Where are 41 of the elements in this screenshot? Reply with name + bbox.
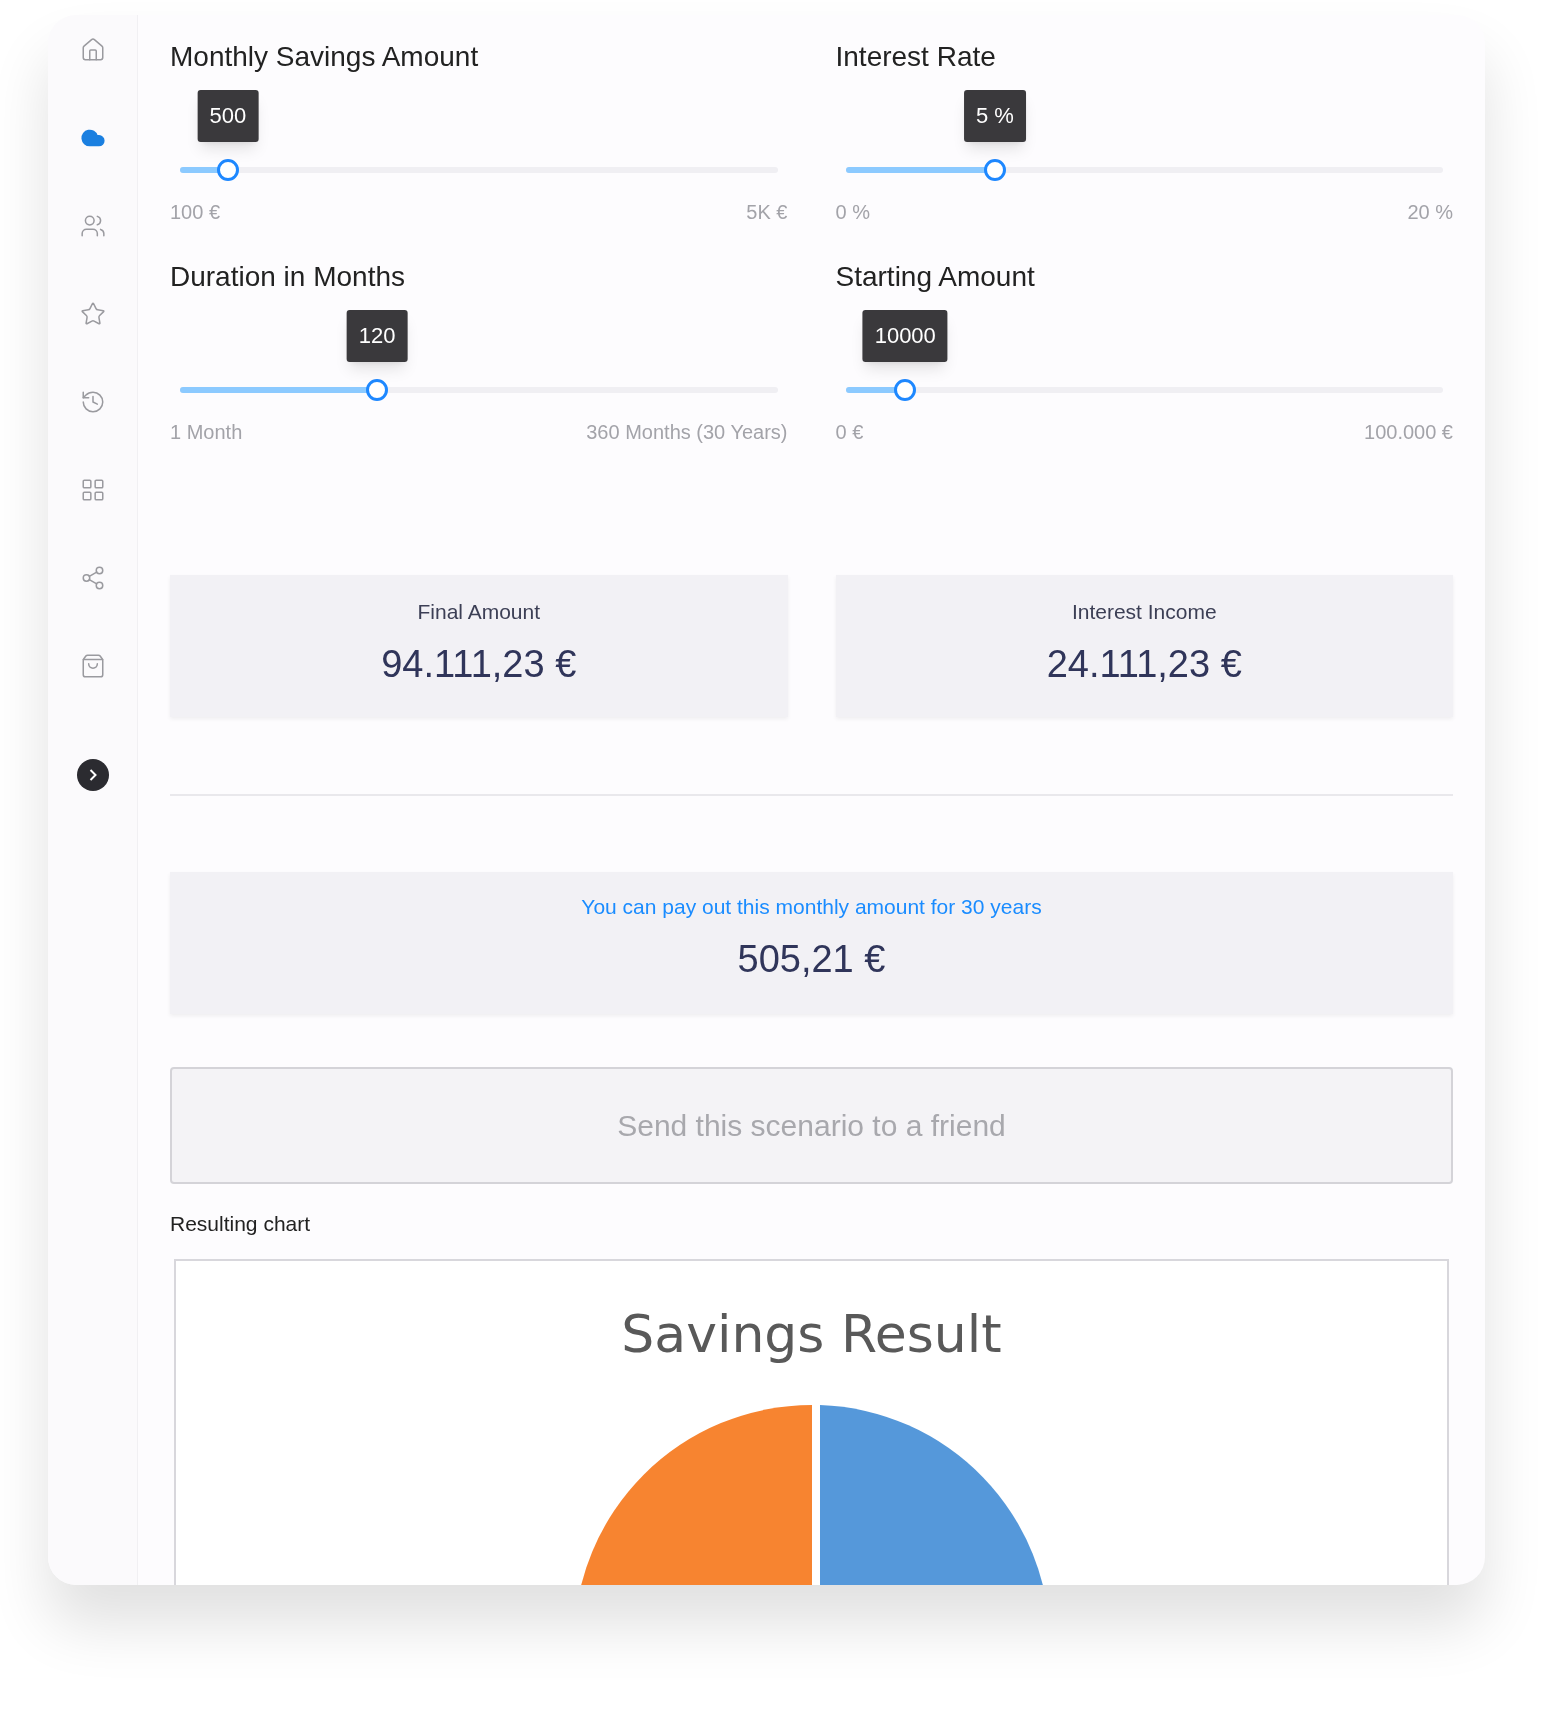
star-icon[interactable] <box>79 301 106 327</box>
grid-icon[interactable] <box>79 477 106 503</box>
history-icon[interactable] <box>79 389 106 415</box>
min-label: 100 € <box>170 200 221 225</box>
value-tooltip: 120 <box>346 310 408 362</box>
min-label: 0 % <box>835 200 870 225</box>
slider-thumb[interactable] <box>894 379 917 401</box>
slider-track[interactable] <box>180 167 778 173</box>
payout-label: You can pay out this monthly amount for 30 years <box>581 894 1042 920</box>
max-label: 5K € <box>746 200 788 225</box>
result-value: 94.111,23 € <box>381 642 577 687</box>
expand-button[interactable] <box>76 759 109 791</box>
slider-track[interactable] <box>845 387 1443 393</box>
chevron-right-icon <box>88 769 97 781</box>
slider-thumb[interactable] <box>366 379 389 401</box>
slider-title: Starting Amount <box>835 260 1036 294</box>
slider-title: Duration in Months <box>170 260 406 294</box>
bag-icon[interactable] <box>79 653 106 679</box>
max-label: 100.000 € <box>1364 420 1453 445</box>
value-tooltip: 10000 <box>862 310 948 362</box>
result-label: Final Amount <box>417 599 541 625</box>
result-value: 24.111,23 € <box>1046 642 1242 687</box>
users-icon[interactable] <box>79 213 106 239</box>
slider-title: Interest Rate <box>835 40 997 74</box>
min-label: 1 Month <box>170 420 243 445</box>
value-tooltip: 5 % <box>963 90 1026 142</box>
section-heading: Resulting chart <box>170 1211 312 1237</box>
slider-thumb[interactable] <box>983 159 1006 181</box>
payout-value: 505,21 € <box>737 937 886 982</box>
slider-track[interactable] <box>845 167 1443 173</box>
max-label: 360 Months (30 Years) <box>586 420 788 445</box>
max-label: 20 % <box>1407 200 1453 225</box>
value-tooltip: 500 <box>197 90 259 142</box>
chart-title: Savings Result <box>621 1303 1002 1366</box>
home-icon[interactable] <box>79 37 106 63</box>
slider-track[interactable] <box>180 387 778 393</box>
slider-thumb[interactable] <box>216 159 239 181</box>
result-label: Interest Income <box>1071 599 1217 625</box>
slider-title: Monthly Savings Amount <box>170 40 480 74</box>
min-label: 0 € <box>835 420 864 445</box>
send-button[interactable]: Send this scenario to a friend <box>170 1067 1453 1184</box>
